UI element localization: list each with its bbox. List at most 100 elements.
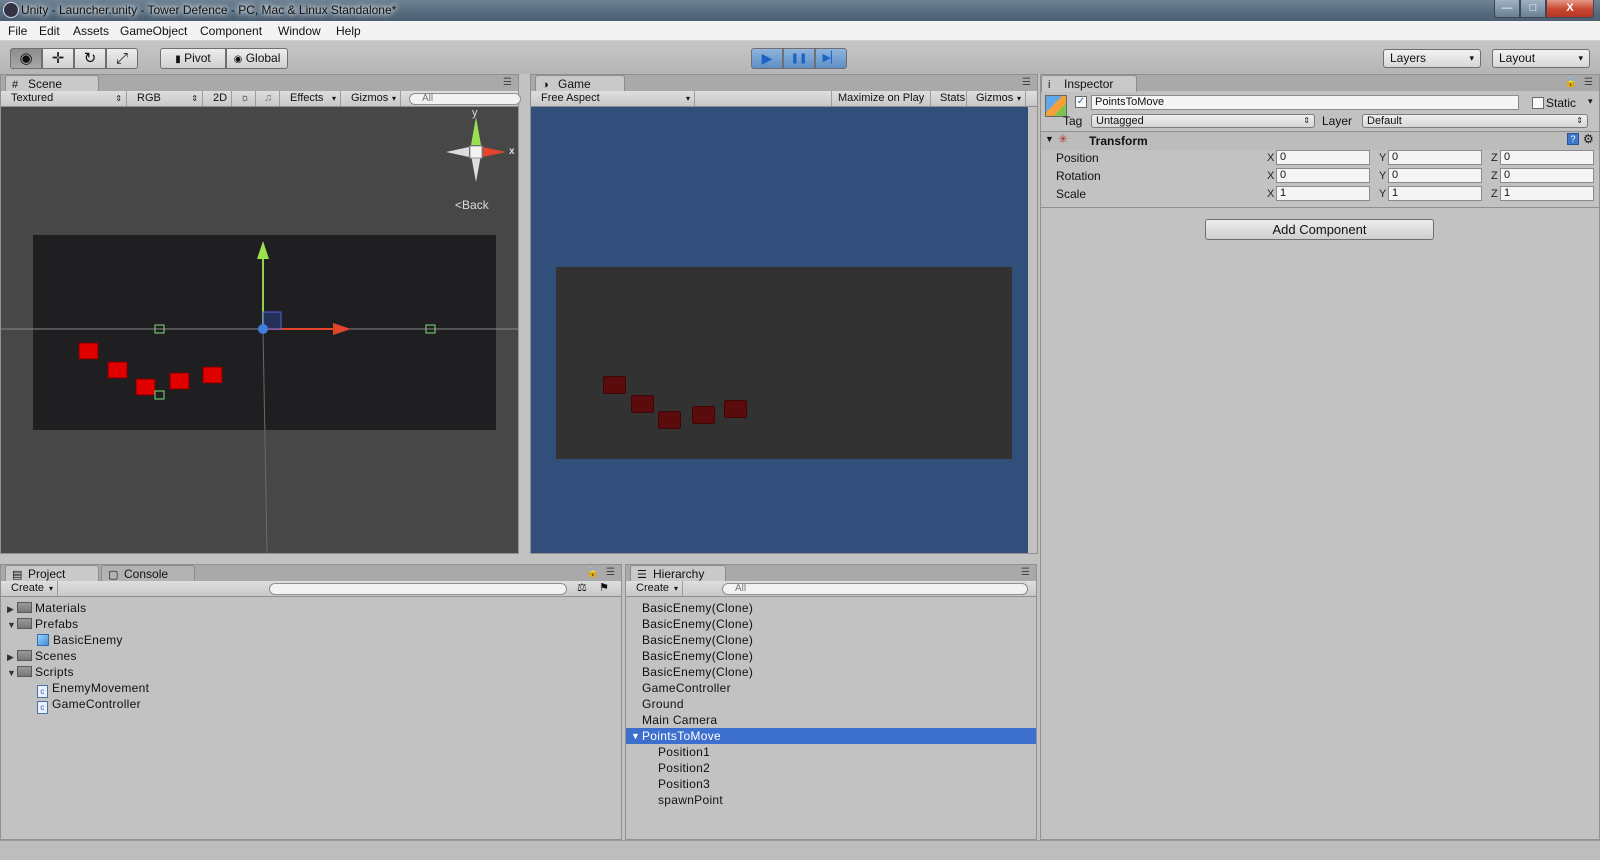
tab-hierarchy[interactable]: ☰ Hierarchy [630, 565, 726, 582]
position-x-field[interactable]: 0 [1276, 150, 1370, 165]
object-name-input[interactable]: PointsToMove [1091, 95, 1519, 110]
static-checkbox[interactable] [1532, 97, 1544, 109]
hierarchy-item[interactable]: BasicEnemy(Clone) [626, 632, 1036, 648]
lock-icon[interactable]: 🔒 [587, 567, 599, 578]
pause-button[interactable]: ❚❚ [783, 48, 815, 69]
project-create-dropdown[interactable]: Create ▾ [5, 581, 58, 596]
project-tree-item[interactable]: ▶ Scenes [7, 649, 77, 663]
layers-dropdown[interactable]: Layers ▾ [1383, 49, 1481, 68]
tab-game[interactable]: ◑ Game [535, 75, 625, 92]
hierarchy-item[interactable]: BasicEnemy(Clone) [626, 616, 1036, 632]
menu-help[interactable]: Help [336, 24, 361, 38]
panel-menu-icon[interactable]: ☰ [1021, 567, 1030, 578]
project-tree-item[interactable]: c GameController [27, 697, 141, 714]
panel-menu-icon[interactable]: ☰ [1584, 77, 1593, 88]
hierarchy-create-dropdown[interactable]: Create ▾ [630, 581, 683, 596]
scale-tool-button[interactable]: ⤢ [106, 48, 138, 69]
maximize-button[interactable]: □ [1520, 0, 1546, 18]
foldout-open-icon[interactable]: ▼ [7, 620, 17, 630]
rotation-y-field[interactable]: 0 [1388, 168, 1482, 183]
gear-icon[interactable]: ⚙ [1583, 132, 1594, 146]
foldout-closed-icon[interactable]: ▶ [7, 604, 17, 615]
foldout-arrow-icon[interactable]: ▼ [1045, 134, 1054, 144]
maximize-on-play-toggle[interactable]: Maximize on Play [831, 91, 931, 106]
aspect-dropdown[interactable]: Free Aspect ▾ [535, 91, 695, 106]
panel-menu-icon[interactable]: ☰ [503, 77, 512, 88]
layout-dropdown[interactable]: Layout ▾ [1492, 49, 1590, 68]
stats-toggle[interactable]: Stats [934, 91, 967, 106]
scale-y-field[interactable]: 1 [1388, 186, 1482, 201]
add-component-button[interactable]: Add Component [1205, 219, 1434, 240]
menu-component[interactable]: Component [200, 24, 262, 38]
lock-icon[interactable]: 🔒 [1565, 77, 1577, 88]
hierarchy-item[interactable]: BasicEnemy(Clone) [626, 648, 1036, 664]
tab-scene[interactable]: # Scene [5, 75, 99, 92]
scene-lighting-toggle[interactable]: ☼ [234, 91, 256, 106]
rotate-tool-button[interactable]: ↻ [74, 48, 106, 69]
hierarchy-item[interactable]: Position1 [626, 744, 1036, 760]
tab-project[interactable]: ▤ Project [5, 565, 99, 582]
project-tree-item[interactable]: c EnemyMovement [27, 681, 149, 698]
scale-x-field[interactable]: 1 [1276, 186, 1370, 201]
transform-header[interactable]: ▼ ✳ Transform ? ⚙ [1041, 132, 1599, 150]
minimize-button[interactable]: — [1494, 0, 1520, 18]
menu-window[interactable]: Window [278, 24, 321, 38]
pivot-toggle[interactable]: ▮ Pivot [160, 48, 226, 69]
scene-audio-toggle[interactable]: ♫ [258, 91, 280, 106]
project-tree-item[interactable]: ▼ Prefabs [7, 617, 78, 631]
hierarchy-item[interactable]: Ground [626, 696, 1036, 712]
effects-dropdown[interactable]: Effects ▾ [284, 91, 341, 106]
render-mode-dropdown[interactable]: Textured ⇕ [5, 91, 127, 106]
tag-dropdown[interactable]: Untagged ⇕ [1091, 114, 1315, 128]
global-toggle[interactable]: ◉ Global [226, 48, 288, 69]
menu-assets[interactable]: Assets [73, 24, 109, 38]
position-z-field[interactable]: 0 [1500, 150, 1594, 165]
tab-inspector[interactable]: i Inspector [1041, 75, 1137, 92]
foldout-open-icon[interactable]: ▼ [7, 668, 17, 678]
view-direction-label[interactable]: <Back [455, 198, 489, 212]
foldout-closed-icon[interactable]: ▶ [7, 652, 17, 663]
hand-tool-button[interactable]: ◉ [10, 48, 42, 69]
filter-by-type-icon[interactable]: ⚖ [577, 581, 587, 594]
2d-toggle[interactable]: 2D [207, 91, 232, 106]
tab-console[interactable]: ▢ Console [101, 565, 195, 582]
layer-dropdown[interactable]: Default ⇕ [1362, 114, 1588, 128]
hierarchy-item[interactable]: Main Camera [626, 712, 1036, 728]
hierarchy-item[interactable]: GameController [626, 680, 1036, 696]
menu-gameobject[interactable]: GameObject [120, 24, 187, 38]
scene-search-input[interactable]: All [409, 93, 521, 105]
panel-menu-icon[interactable]: ☰ [606, 567, 615, 578]
move-tool-button[interactable]: ✛ [42, 48, 74, 69]
filter-by-label-icon[interactable]: ⚑ [599, 581, 609, 594]
game-viewport[interactable] [531, 107, 1028, 553]
menu-edit[interactable]: Edit [39, 24, 60, 38]
panel-menu-icon[interactable]: ☰ [1022, 77, 1031, 88]
rotation-x-field[interactable]: 0 [1276, 168, 1370, 183]
close-button[interactable]: X [1546, 0, 1594, 18]
game-gizmos-dropdown[interactable]: Gizmos ▾ [970, 91, 1026, 106]
chevron-down-icon[interactable]: ▾ [1588, 96, 1593, 107]
rotation-z-field[interactable]: 0 [1500, 168, 1594, 183]
scale-z-field[interactable]: 1 [1500, 186, 1594, 201]
hierarchy-item[interactable]: Position3 [626, 776, 1036, 792]
step-button[interactable]: ▶▏ [815, 48, 847, 69]
project-search-input[interactable] [269, 583, 567, 595]
position-y-field[interactable]: 0 [1388, 150, 1482, 165]
menu-file[interactable]: File [8, 24, 27, 38]
hierarchy-item[interactable]: BasicEnemy(Clone) [626, 664, 1036, 680]
foldout-open-icon[interactable]: ▼ [631, 728, 640, 744]
play-button[interactable]: ▶ [751, 48, 783, 69]
hierarchy-item[interactable]: ▼ PointsToMove [626, 728, 1036, 744]
color-mode-dropdown[interactable]: RGB ⇕ [131, 91, 203, 106]
scene-viewport[interactable]: y x <Back [1, 107, 518, 553]
project-tree-item[interactable]: ▶ Materials [7, 601, 86, 615]
hierarchy-item[interactable]: Position2 [626, 760, 1036, 776]
gizmos-dropdown[interactable]: Gizmos ▾ [345, 91, 401, 106]
help-icon[interactable]: ? [1567, 133, 1579, 145]
project-tree-item[interactable]: BasicEnemy [27, 633, 123, 647]
hierarchy-search-input[interactable]: All [722, 583, 1028, 595]
active-checkbox[interactable]: ✓ [1075, 96, 1087, 108]
hierarchy-item[interactable]: spawnPoint [626, 792, 1036, 808]
project-tree-item[interactable]: ▼ Scripts [7, 665, 74, 679]
hierarchy-item[interactable]: BasicEnemy(Clone) [626, 600, 1036, 616]
